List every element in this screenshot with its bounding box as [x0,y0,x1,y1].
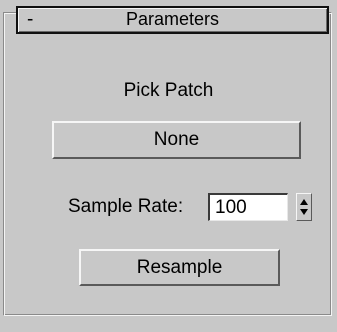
parameters-rollout-header[interactable]: - Parameters [16,6,329,34]
pick-patch-label: Pick Patch [123,80,214,101]
rollout-title: Parameters [125,9,220,29]
resample-button[interactable]: Resample [79,249,280,286]
spinner-arrows-icon [300,199,308,215]
sample-rate-spinner[interactable] [296,193,312,221]
pick-patch-button[interactable]: None [52,121,301,159]
sample-rate-input[interactable] [208,193,288,221]
sample-rate-label: Sample Rate: [68,196,184,217]
